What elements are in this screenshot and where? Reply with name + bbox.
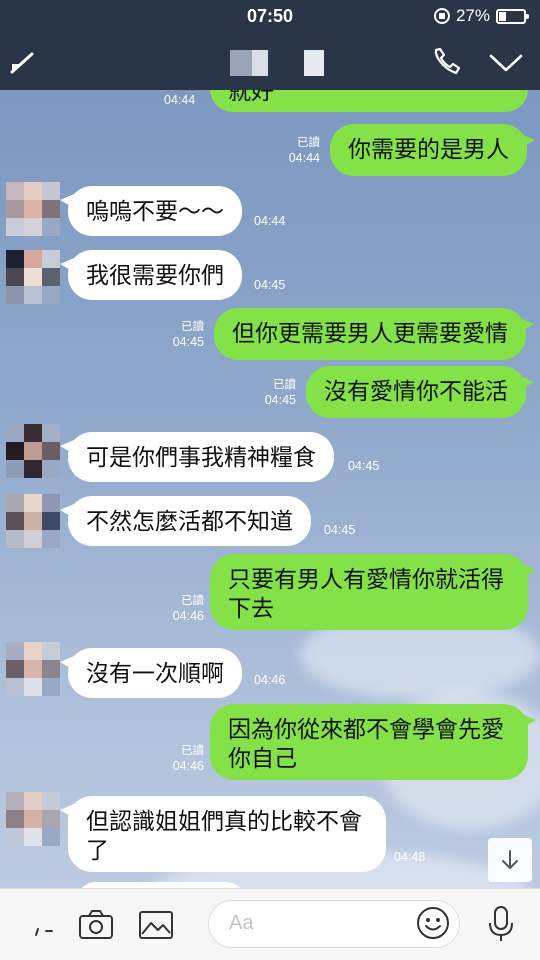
message-bubble-theirs[interactable]: 不然怎麼活都不知道 xyxy=(60,496,311,546)
rotation-lock-icon xyxy=(433,8,450,24)
avatar[interactable] xyxy=(6,182,60,236)
back-icon[interactable] xyxy=(10,48,36,74)
message-time: 04:46 xyxy=(172,609,204,623)
message-meta: 已讀 04:46 xyxy=(154,744,204,774)
message-meta: 已讀 04:45 xyxy=(154,320,204,350)
read-receipt: 已讀 xyxy=(273,379,296,391)
avatar[interactable] xyxy=(6,642,60,696)
message-bubble-mine[interactable]: 只要有男人有愛情你就活得 下去 xyxy=(210,554,536,630)
phone-icon[interactable] xyxy=(430,46,462,78)
message-text: 不然怎麼活都不知道 xyxy=(86,509,293,535)
message-bubble-theirs[interactable]: 我很需要你們 xyxy=(60,250,242,300)
battery-icon xyxy=(496,8,529,24)
message-text: 但認識姐姐們真的比較不會 xyxy=(86,809,362,835)
status-bar: 07:50 27% xyxy=(0,0,540,34)
message-bubble-mine[interactable]: 就好 xyxy=(210,90,528,112)
message-bubble-theirs[interactable]: 沒有一次順啊 xyxy=(60,648,242,698)
message-text: 你自己 xyxy=(228,746,297,772)
message-time: 04:44 xyxy=(164,93,196,107)
image-icon[interactable] xyxy=(138,909,174,941)
avatar[interactable] xyxy=(6,250,60,304)
message-time: 04:44 xyxy=(288,151,320,165)
message-time: 04:44 xyxy=(254,214,286,228)
message-placeholder: Aa xyxy=(229,912,254,934)
message-text: 沒有愛情你不能活 xyxy=(324,379,508,405)
chat-header xyxy=(0,34,540,90)
read-receipt: 已讀 xyxy=(181,745,204,757)
read-receipt: 已讀 xyxy=(181,321,204,333)
message-time: 04:45 xyxy=(172,335,204,349)
message-time: 04:45 xyxy=(348,459,380,473)
message-bubble-theirs[interactable]: 但認識姐姐們真的比較不會 了 xyxy=(60,796,386,872)
scroll-to-bottom-button[interactable] xyxy=(488,838,532,882)
message-meta: 已讀 04:44 xyxy=(270,136,320,166)
message-time: 04:45 xyxy=(254,278,286,292)
message-text: 了 xyxy=(86,838,109,864)
message-text: 嗚嗚不要～～ xyxy=(86,199,224,225)
message-bubble-mine[interactable]: 但你更需要男人更需要愛情 xyxy=(214,308,534,360)
contact-name[interactable] xyxy=(230,50,324,76)
message-text: 你需要的是男人 xyxy=(348,137,509,163)
message-text: 就好 xyxy=(228,90,274,105)
message-time: 04:45 xyxy=(264,393,296,407)
arrow-down-icon xyxy=(502,850,518,869)
expand-icon[interactable] xyxy=(32,909,58,939)
battery-percent: 27% xyxy=(455,6,490,25)
message-text: 沒有一次順啊 xyxy=(86,661,224,687)
message-bubble-mine[interactable]: 沒有愛情你不能活 xyxy=(306,366,534,418)
avatar[interactable] xyxy=(6,792,60,846)
message-time: 04:45 xyxy=(324,523,356,537)
message-bubble-theirs[interactable]: 可是你們事我精神糧食 xyxy=(60,432,334,482)
avatar[interactable] xyxy=(6,494,60,548)
message-text: 可是你們事我精神糧食 xyxy=(86,445,316,471)
camera-icon[interactable] xyxy=(78,909,114,941)
message-text: 只要有男人有愛情你就活得 xyxy=(228,567,504,593)
message-meta: 已讀 04:46 xyxy=(154,594,204,624)
message-input-bar: Aa xyxy=(0,888,540,960)
mic-icon[interactable] xyxy=(486,905,516,943)
message-text: 但你更需要男人更需要愛情 xyxy=(232,321,508,347)
chat-area[interactable]: 就好 04:44 已讀 04:44 你需要的是男人 嗚嗚不要～～ 04:44 我… xyxy=(0,90,540,888)
chevron-down-icon[interactable] xyxy=(488,48,524,76)
message-time: 04:46 xyxy=(172,759,204,773)
emoji-icon[interactable] xyxy=(416,906,450,940)
message-meta: 已讀 04:45 xyxy=(246,378,296,408)
message-time: 04:48 xyxy=(394,850,426,864)
message-text: 我很需要你們 xyxy=(86,263,224,289)
avatar[interactable] xyxy=(6,424,60,478)
message-bubble-theirs[interactable]: 嗚嗚不要～～ xyxy=(60,186,242,236)
message-text: 因為你從來都不會學會先愛 xyxy=(228,717,504,743)
message-bubble-mine[interactable]: 因為你從來都不會學會先愛 你自己 xyxy=(210,704,536,780)
read-receipt: 已讀 xyxy=(181,595,204,607)
message-bubble-mine[interactable]: 你需要的是男人 xyxy=(330,124,535,176)
read-receipt: 已讀 xyxy=(297,137,320,149)
message-text: 下去 xyxy=(228,596,274,622)
message-time: 04:46 xyxy=(254,673,286,687)
